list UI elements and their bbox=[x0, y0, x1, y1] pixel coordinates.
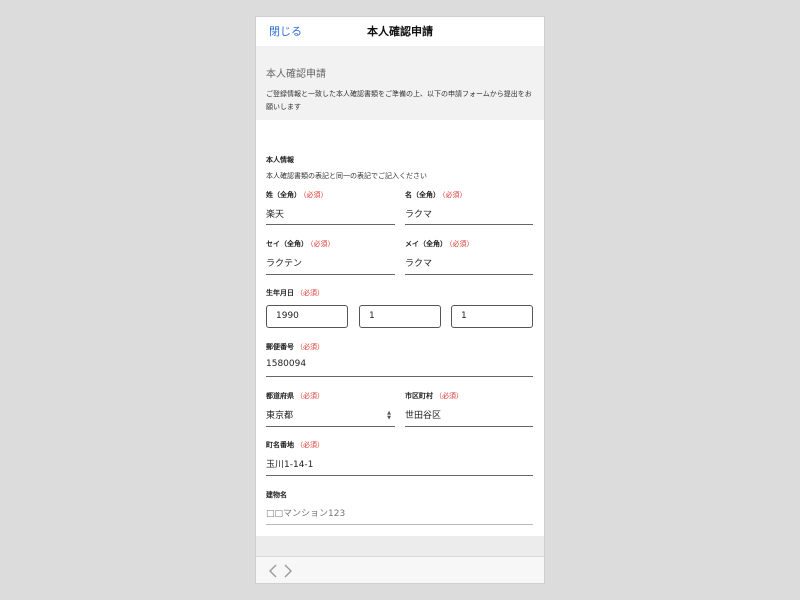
select-arrows-icon[interactable]: ▲ ▼ bbox=[385, 411, 393, 421]
last-name-kana-input[interactable]: ラクテン bbox=[266, 256, 302, 269]
street-underline bbox=[266, 475, 533, 476]
city-underline bbox=[405, 426, 533, 427]
city-input[interactable]: 世田谷区 bbox=[405, 408, 441, 421]
required-mark: （必須） bbox=[442, 191, 467, 199]
phone-screen: 閉じる 本人確認申請 本人確認申請 ご登録情報と一致した本人確認書類をご準備の上… bbox=[256, 17, 544, 583]
required-mark: （必須） bbox=[303, 191, 328, 199]
building-underline bbox=[266, 524, 533, 525]
building-label-text: 建物名 bbox=[266, 491, 287, 499]
intro-text: ご登録情報と一致した本人確認書類をご準備の上、以下の申請フォームから提出をお願い… bbox=[266, 90, 532, 111]
building-label: 建物名 bbox=[266, 490, 287, 500]
first-name-kana-label-text: メイ（全角） bbox=[405, 240, 447, 248]
postal-code-input[interactable]: 1580094 bbox=[266, 359, 306, 369]
first-name-kana-underline bbox=[405, 274, 533, 275]
last-name-label-text: 姓（全角） bbox=[266, 191, 301, 199]
birth-year-input[interactable]: 1990 bbox=[266, 305, 348, 328]
street-input[interactable]: 玉川1-14-1 bbox=[266, 457, 313, 470]
building-input[interactable]: □□マンション123 bbox=[266, 506, 345, 519]
first-name-input[interactable]: ラクマ bbox=[405, 207, 432, 220]
street-label: 町名番地 （必須） bbox=[266, 440, 324, 450]
last-name-kana-label: セイ（全角） （必須） bbox=[266, 239, 335, 249]
prefecture-select[interactable]: 東京都 bbox=[266, 408, 293, 421]
required-mark: （必須） bbox=[296, 343, 324, 351]
prefecture-underline bbox=[266, 426, 395, 427]
city-label-text: 市区町村 bbox=[405, 392, 433, 400]
chevron-right-icon[interactable] bbox=[283, 563, 293, 582]
required-mark: （必須） bbox=[435, 392, 463, 400]
required-mark: （必須） bbox=[296, 289, 324, 297]
first-name-underline bbox=[405, 224, 533, 225]
navigation-bar: 閉じる 本人確認申請 bbox=[256, 17, 544, 46]
birth-year-value: 1990 bbox=[276, 311, 299, 321]
birth-month-input[interactable]: 1 bbox=[359, 305, 441, 328]
first-name-label: 名（全角） （必須） bbox=[405, 190, 467, 200]
postal-code-label: 郵便番号 （必須） bbox=[266, 342, 324, 352]
last-name-underline bbox=[266, 224, 395, 225]
required-mark: （必須） bbox=[449, 240, 474, 248]
prefecture-label: 都道府県 （必須） bbox=[266, 391, 324, 401]
section-description: 本人確認書類の表記と同一の表記でご記入ください bbox=[266, 172, 427, 180]
first-name-label-text: 名（全角） bbox=[405, 191, 440, 199]
intro-heading: 本人確認申請 bbox=[266, 69, 326, 80]
page-bottom-area bbox=[256, 536, 544, 556]
last-name-input[interactable]: 楽天 bbox=[266, 207, 284, 220]
required-mark: （必須） bbox=[296, 441, 324, 449]
postal-code-underline bbox=[266, 376, 533, 377]
browser-toolbar bbox=[256, 556, 544, 583]
first-name-kana-input[interactable]: ラクマ bbox=[405, 256, 432, 269]
section-title: 本人情報 bbox=[266, 156, 294, 164]
birth-month-value: 1 bbox=[369, 311, 375, 321]
intro-section: 本人確認申請 ご登録情報と一致した本人確認書類をご準備の上、以下の申請フォームか… bbox=[256, 46, 544, 120]
prefecture-label-text: 都道府県 bbox=[266, 392, 294, 400]
page-title: 本人確認申請 bbox=[367, 25, 433, 38]
identity-form: 本人情報 本人確認書類の表記と同一の表記でご記入ください 姓（全角） （必須） 楽… bbox=[256, 120, 544, 536]
required-mark: （必須） bbox=[296, 392, 324, 400]
birthdate-label-text: 生年月日 bbox=[266, 289, 294, 297]
required-mark: （必須） bbox=[310, 240, 335, 248]
birth-day-value: 1 bbox=[461, 311, 467, 321]
first-name-kana-label: メイ（全角） （必須） bbox=[405, 239, 474, 249]
last-name-kana-label-text: セイ（全角） bbox=[266, 240, 308, 248]
birthdate-label: 生年月日 （必須） bbox=[266, 288, 324, 298]
chevron-left-icon[interactable] bbox=[268, 563, 278, 582]
postal-code-label-text: 郵便番号 bbox=[266, 343, 294, 351]
city-label: 市区町村 （必須） bbox=[405, 391, 463, 401]
last-name-label: 姓（全角） （必須） bbox=[266, 190, 328, 200]
birth-day-input[interactable]: 1 bbox=[451, 305, 533, 328]
street-label-text: 町名番地 bbox=[266, 441, 294, 449]
last-name-kana-underline bbox=[266, 274, 395, 275]
